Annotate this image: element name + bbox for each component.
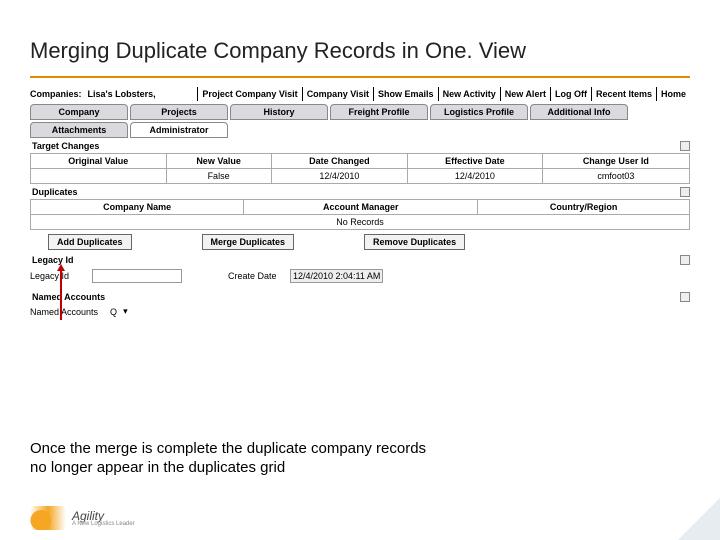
slide-title: Merging Duplicate Company Records in One… [30, 38, 690, 64]
cell-changed: 12/4/2010 [271, 169, 407, 184]
tab-company[interactable]: Company [30, 104, 128, 120]
app-screenshot: Companies: Lisa's Lobsters, Project Comp… [30, 86, 690, 317]
cell-new: False [166, 169, 271, 184]
header-actions: Project Company Visit Company Visit Show… [197, 87, 690, 101]
action-new-activity[interactable]: New Activity [438, 87, 500, 101]
section-duplicates: Duplicates [30, 184, 78, 199]
tab-logistics-profile[interactable]: Logistics Profile [430, 104, 528, 120]
app-header: Companies: Lisa's Lobsters, Project Comp… [30, 86, 690, 102]
breadcrumb-value: Lisa's Lobsters, [88, 89, 156, 99]
collapse-icon[interactable] [680, 292, 690, 302]
caption-line-1: Once the merge is complete the duplicate… [30, 440, 426, 459]
col-new-value: New Value [166, 154, 271, 169]
named-accounts-label: Named Accounts [30, 307, 98, 317]
no-records-row: No Records [31, 215, 690, 230]
tab-additional-info[interactable]: Additional Info [530, 104, 628, 120]
duplicates-buttons: Add Duplicates Merge Duplicates Remove D… [48, 234, 690, 250]
col-country-region: Country/Region [478, 200, 690, 215]
tab-attachments[interactable]: Attachments [30, 122, 128, 138]
col-original-value: Original Value [31, 154, 167, 169]
action-project-visit[interactable]: Project Company Visit [197, 87, 301, 101]
callout-arrow [60, 270, 62, 320]
action-recent-items[interactable]: Recent Items [591, 87, 656, 101]
collapse-icon[interactable] [680, 187, 690, 197]
tabs-row-2: Attachments Administrator [30, 122, 690, 138]
create-date-label: Create Date [228, 271, 284, 281]
merge-duplicates-button[interactable]: Merge Duplicates [202, 234, 295, 250]
section-target-changes: Target Changes [30, 138, 99, 153]
action-new-alert[interactable]: New Alert [500, 87, 550, 101]
no-records-text: No Records [31, 215, 690, 230]
tabs-row-1: Company Projects History Freight Profile… [30, 104, 690, 120]
add-duplicates-button[interactable]: Add Duplicates [48, 234, 132, 250]
slide-caption: Once the merge is complete the duplicate… [30, 440, 426, 478]
title-underline [30, 76, 690, 78]
action-company-visit[interactable]: Company Visit [302, 87, 373, 101]
table-row: False 12/4/2010 12/4/2010 cmfoot03 [31, 169, 690, 184]
logo-tagline: A New Logistics Leader [72, 521, 135, 527]
tab-freight-profile[interactable]: Freight Profile [330, 104, 428, 120]
breadcrumb-label: Companies: [30, 89, 82, 99]
target-changes-grid: Original Value New Value Date Changed Ef… [30, 153, 690, 184]
tab-projects[interactable]: Projects [130, 104, 228, 120]
col-change-user: Change User Id [542, 154, 689, 169]
action-show-emails[interactable]: Show Emails [373, 87, 438, 101]
section-named-accounts: Named Accounts [30, 289, 105, 304]
cell-effective: 12/4/2010 [408, 169, 543, 184]
col-date-changed: Date Changed [271, 154, 407, 169]
agility-logo: Agility A New Logistics Leader [30, 506, 135, 530]
logo-mark-icon [30, 506, 66, 530]
action-log-off[interactable]: Log Off [550, 87, 591, 101]
caption-line-2: no longer appear in the duplicates grid [30, 459, 426, 478]
duplicates-grid: Company Name Account Manager Country/Reg… [30, 199, 690, 230]
legacy-id-label: Legacy Id [30, 271, 86, 281]
section-legacy-id: Legacy Id [30, 252, 74, 267]
col-company-name: Company Name [31, 200, 244, 215]
remove-duplicates-button[interactable]: Remove Duplicates [364, 234, 465, 250]
dropdown-button[interactable]: ▾ [123, 306, 128, 317]
legacy-id-input[interactable] [92, 269, 182, 283]
col-effective-date: Effective Date [408, 154, 543, 169]
col-account-manager: Account Manager [244, 200, 478, 215]
cell-user: cmfoot03 [542, 169, 689, 184]
corner-decoration [678, 498, 720, 540]
tab-history[interactable]: History [230, 104, 328, 120]
cell-original [31, 169, 167, 184]
collapse-icon[interactable] [680, 141, 690, 151]
lookup-button[interactable]: Q [110, 307, 117, 317]
create-date-value: 12/4/2010 2:04:11 AM [290, 269, 383, 283]
collapse-icon[interactable] [680, 255, 690, 265]
action-home[interactable]: Home [656, 87, 690, 101]
tab-administrator[interactable]: Administrator [130, 122, 228, 138]
